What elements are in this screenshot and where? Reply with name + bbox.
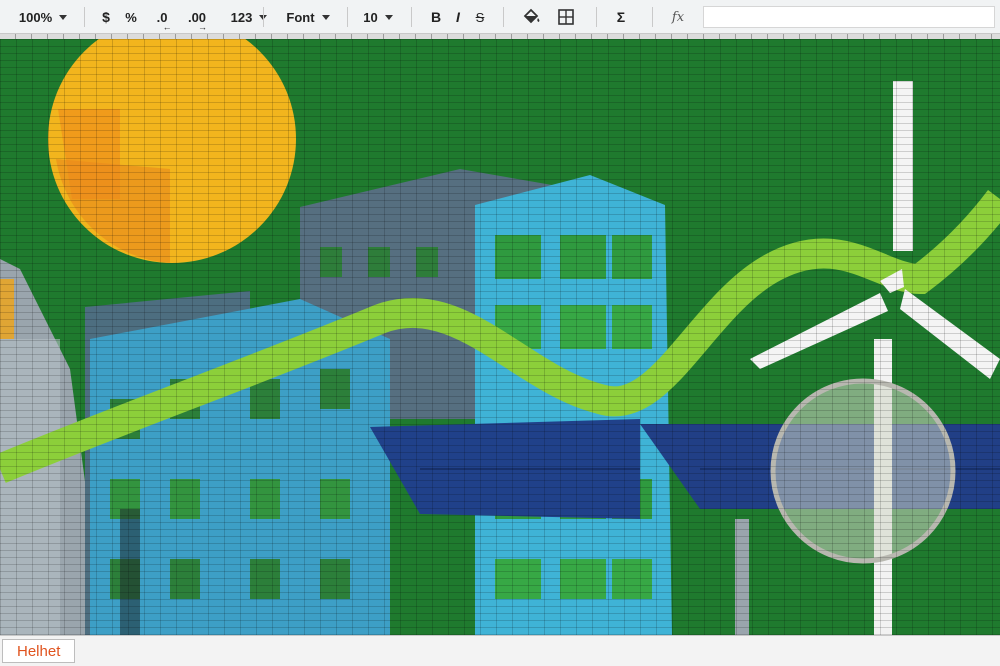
divider [411, 7, 412, 27]
font-family-value: Font [286, 9, 315, 25]
divider [84, 7, 85, 27]
paint-bucket-icon [523, 8, 540, 24]
borders-button[interactable] [554, 0, 578, 34]
zoom-value: 100% [18, 9, 53, 25]
bold-button[interactable]: B [428, 0, 444, 34]
sheet-tab-label: Helhet [17, 642, 61, 660]
strikethrough-button[interactable]: S [472, 0, 488, 34]
formula-input[interactable] [703, 6, 995, 28]
italic-button[interactable]: I [450, 0, 466, 34]
font-size-value: 10 [363, 9, 378, 25]
zoom-select[interactable]: 100% [14, 0, 72, 34]
font-family-select[interactable]: Font [280, 0, 336, 34]
chevron-down-icon [59, 14, 68, 20]
currency-format-button[interactable]: $ [97, 0, 115, 34]
pixel-art-illustration [0, 39, 1000, 635]
borders-icon [558, 9, 574, 25]
number-format-select[interactable]: 123 [221, 0, 277, 34]
arrow-right-icon: → [197, 21, 207, 32]
sheet-tab[interactable]: Helhet [2, 639, 76, 663]
fill-color-button[interactable] [520, 0, 544, 34]
divider [503, 7, 504, 27]
divider [263, 7, 264, 27]
divider [347, 7, 348, 27]
formula-label: fx [671, 9, 685, 25]
functions-button[interactable]: Σ [612, 0, 630, 34]
number-format-value: 123 [230, 9, 253, 25]
arrow-left-icon: ← [162, 21, 172, 32]
spreadsheet-grid[interactable] [0, 39, 1000, 635]
chevron-down-icon [384, 14, 393, 20]
chevron-down-icon [321, 14, 330, 20]
percent-format-button[interactable]: % [122, 0, 140, 34]
magnifier-lens-graphic [770, 378, 956, 564]
font-size-select[interactable]: 10 [358, 0, 398, 34]
decrease-decimals-button[interactable]: .0 ← [150, 0, 174, 34]
increase-decimals-button[interactable]: .00 → [185, 0, 209, 34]
toolbar: 100% $ % .0 ← .00 → 123 Font 10 B I S Σ … [0, 0, 1000, 34]
divider [652, 7, 653, 27]
divider [596, 7, 597, 27]
sheet-tab-bar: Helhet [0, 635, 1000, 666]
